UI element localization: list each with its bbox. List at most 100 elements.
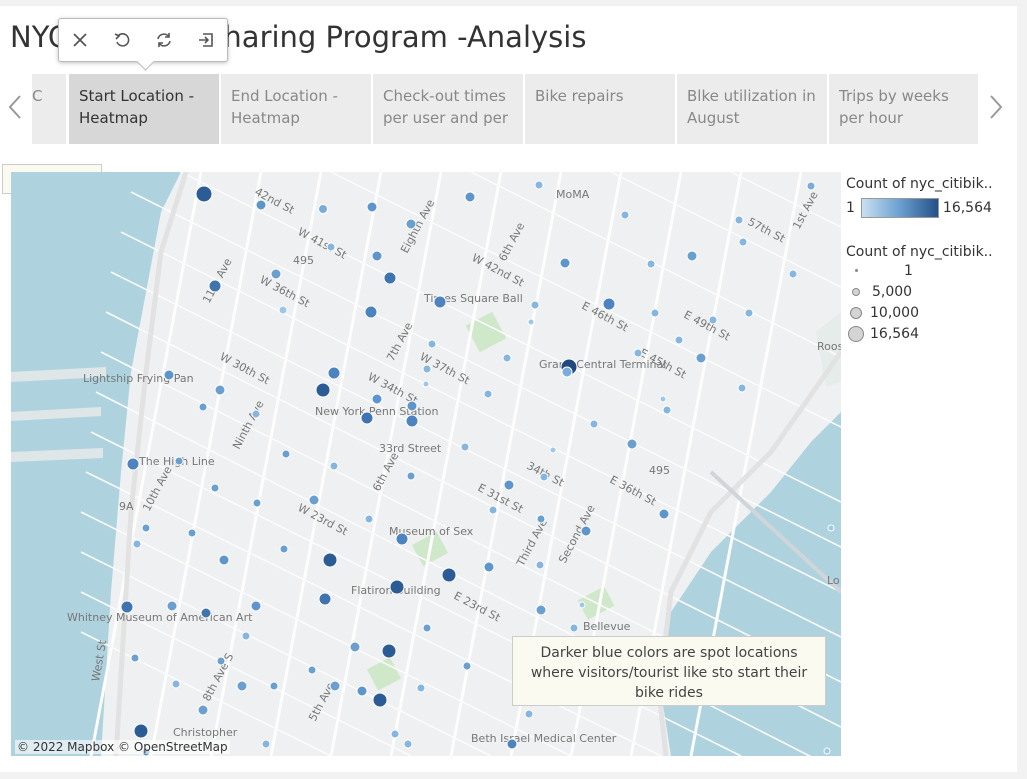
station-marker	[734, 215, 744, 225]
station-marker	[198, 402, 208, 412]
station-marker	[536, 514, 546, 524]
map-label: 57th St	[746, 215, 788, 246]
size-legend-dot	[850, 306, 862, 319]
station-marker	[737, 383, 747, 393]
station-marker	[464, 191, 476, 203]
station-marker	[569, 623, 579, 633]
station-marker	[488, 505, 498, 515]
station-marker	[371, 250, 383, 262]
map-label: 495	[649, 464, 670, 477]
color-legend-max: 16,564	[942, 200, 992, 216]
station-marker	[195, 185, 213, 203]
station-marker	[252, 498, 262, 508]
station-marker	[308, 494, 320, 506]
station-marker	[261, 739, 271, 749]
tab-partial[interactable]: C	[32, 74, 66, 144]
station-marker	[166, 600, 178, 612]
station-marker	[427, 339, 437, 349]
station-marker	[559, 257, 571, 269]
tab-trips-by-weeks-per-hour[interactable]: Trips by weeks per hour	[829, 74, 978, 144]
tab-bike-utilization-august[interactable]: Blke utilization in August	[677, 74, 827, 144]
station-marker	[208, 279, 222, 293]
station-marker	[366, 201, 378, 213]
station-marker	[171, 679, 181, 689]
station-marker	[823, 747, 831, 755]
station-marker	[405, 414, 419, 428]
tab-bike-repairs[interactable]: Bike repairs	[525, 74, 675, 144]
tab-end-location-heatmap[interactable]: End Location - Heatmap	[221, 74, 371, 144]
station-marker	[278, 305, 288, 315]
station-marker	[524, 709, 534, 719]
close-icon[interactable]	[66, 26, 94, 54]
station-marker	[788, 269, 798, 279]
size-legend-dot	[852, 287, 860, 296]
story-toolbar	[58, 18, 228, 62]
station-marker	[506, 738, 518, 750]
station-marker	[356, 685, 368, 697]
station-marker	[674, 335, 684, 345]
station-marker	[132, 539, 142, 549]
station-marker	[307, 665, 317, 675]
station-marker	[578, 601, 586, 609]
station-marker	[241, 631, 251, 641]
station-marker	[422, 623, 432, 633]
exit-icon[interactable]	[192, 26, 220, 54]
station-marker	[251, 409, 261, 419]
station-marker	[483, 561, 495, 573]
size-legend-title: Count of nyc_citibik..	[846, 244, 993, 260]
station-marker	[744, 308, 754, 318]
size-legend-row: 16,564	[846, 323, 1016, 344]
station-marker	[527, 318, 535, 326]
map-label: New York Penn Station	[315, 405, 438, 418]
undo-icon[interactable]	[108, 26, 136, 54]
station-marker	[530, 300, 540, 310]
size-legend-label: 16,564	[870, 325, 919, 342]
station-marker	[806, 181, 816, 191]
station-marker	[130, 653, 140, 663]
station-marker	[620, 210, 630, 220]
map-label: MoMA	[556, 188, 590, 201]
station-marker	[626, 438, 638, 450]
station-marker	[120, 600, 134, 614]
story-tabs: C Start Location - Heatmap End Location …	[32, 74, 978, 144]
station-marker	[462, 661, 472, 671]
station-marker	[483, 389, 493, 399]
map-label: 6th Ave	[496, 220, 527, 263]
station-marker	[281, 449, 291, 459]
station-marker	[364, 305, 378, 319]
next-tab-arrow-icon[interactable]	[985, 92, 1007, 122]
map-copyright[interactable]: © 2022 Mapbox © OpenStreetMap	[15, 740, 230, 754]
station-marker	[270, 268, 282, 280]
station-marker	[441, 567, 457, 583]
map-label: W 23rd St	[296, 501, 351, 538]
station-marker	[163, 369, 175, 381]
refresh-icon[interactable]	[150, 26, 178, 54]
station-marker	[389, 579, 405, 595]
size-legend-dot	[854, 269, 858, 272]
station-marker	[686, 250, 698, 262]
map-label: E 49th St	[682, 308, 733, 344]
station-marker	[650, 308, 660, 318]
map-label: 6th Ave	[370, 450, 401, 493]
station-marker	[360, 411, 374, 425]
station-marker	[210, 483, 220, 493]
map-label: Lo	[827, 574, 840, 587]
station-marker	[187, 528, 197, 538]
station-marker	[738, 237, 748, 247]
station-marker	[216, 656, 226, 666]
map-label: Beth Israel Medical Center	[471, 732, 617, 745]
prev-tab-arrow-icon[interactable]	[4, 92, 26, 122]
station-marker	[174, 456, 184, 466]
legend-panel: Count of nyc_citibik.. 1 16,564 Count of…	[846, 176, 1016, 344]
station-marker	[250, 600, 262, 612]
station-marker	[236, 680, 248, 692]
station-marker	[646, 259, 656, 269]
station-marker	[534, 180, 544, 190]
station-marker	[535, 604, 547, 616]
tab-check-out-times[interactable]: Check-out times per user and per	[373, 74, 523, 144]
station-marker	[326, 242, 336, 252]
color-legend: 1 16,564	[846, 198, 1016, 218]
station-marker	[633, 348, 643, 358]
station-marker	[197, 704, 209, 716]
tab-start-location-heatmap[interactable]: Start Location - Heatmap	[69, 74, 219, 144]
